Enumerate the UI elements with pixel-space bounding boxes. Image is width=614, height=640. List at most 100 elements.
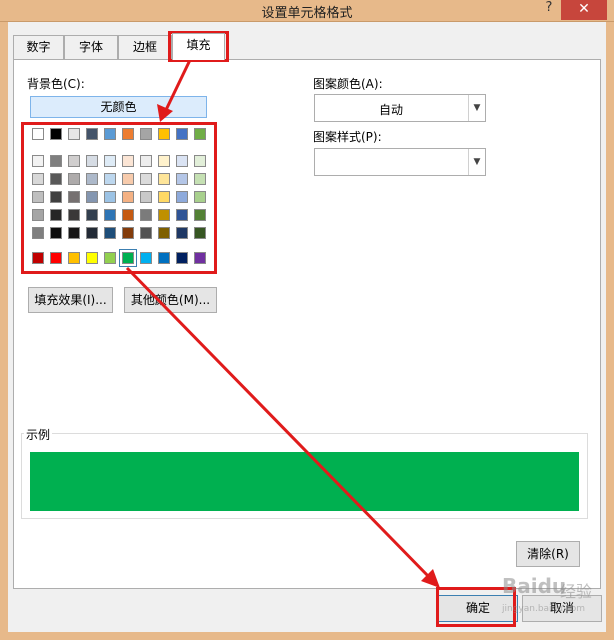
color-swatch[interactable] — [158, 252, 170, 264]
watermark-text-3: jingyan.baidu.com — [502, 604, 586, 614]
color-swatch[interactable] — [119, 249, 137, 267]
pattern-style-label: 图案样式(P): — [313, 130, 382, 144]
no-color-button[interactable]: 无颜色 — [30, 96, 207, 118]
color-swatch[interactable] — [176, 128, 188, 140]
color-swatch[interactable] — [122, 227, 134, 239]
tab-fill[interactable]: 填充 — [172, 33, 225, 60]
watermark-text-2: 经验 — [560, 582, 593, 601]
color-swatch[interactable] — [176, 173, 188, 185]
color-swatch[interactable] — [140, 128, 152, 140]
color-swatch[interactable] — [104, 155, 116, 167]
color-swatch[interactable] — [50, 173, 62, 185]
close-button[interactable]: ✕ — [561, 0, 607, 20]
color-swatch[interactable] — [104, 209, 116, 221]
window-frame-bottom — [0, 632, 614, 640]
color-swatch[interactable] — [194, 252, 206, 264]
title-bar: 设置单元格格式 ? ✕ — [0, 0, 614, 22]
color-swatch[interactable] — [86, 128, 98, 140]
window-frame-left — [0, 22, 8, 640]
color-swatch[interactable] — [86, 252, 98, 264]
color-swatch[interactable] — [32, 209, 44, 221]
pattern-color-select[interactable]: 自动 ▼ — [314, 94, 486, 122]
color-swatch[interactable] — [50, 252, 62, 264]
color-swatch[interactable] — [176, 155, 188, 167]
color-swatch[interactable] — [50, 155, 62, 167]
color-swatch[interactable] — [122, 173, 134, 185]
color-swatch[interactable] — [32, 191, 44, 203]
color-swatch[interactable] — [104, 227, 116, 239]
color-swatch[interactable] — [68, 209, 80, 221]
color-swatch[interactable] — [194, 128, 206, 140]
color-swatch[interactable] — [104, 252, 116, 264]
color-swatch[interactable] — [68, 191, 80, 203]
color-swatch[interactable] — [122, 209, 134, 221]
color-swatch[interactable] — [32, 173, 44, 185]
pattern-style-select[interactable]: ▼ — [314, 148, 486, 176]
color-swatch[interactable] — [32, 227, 44, 239]
color-swatch[interactable] — [86, 209, 98, 221]
color-swatch[interactable] — [140, 227, 152, 239]
color-swatch[interactable] — [122, 128, 134, 140]
format-cells-dialog: 数字 字体 边框 填充 背景色(C): 无颜色 填充效果(I)... 其他颜色(… — [8, 22, 606, 632]
color-swatch[interactable] — [140, 191, 152, 203]
color-swatch[interactable] — [194, 173, 206, 185]
color-swatch[interactable] — [104, 128, 116, 140]
color-swatch[interactable] — [176, 227, 188, 239]
color-swatch[interactable] — [140, 173, 152, 185]
color-swatch[interactable] — [50, 191, 62, 203]
color-swatch[interactable] — [158, 191, 170, 203]
color-swatch[interactable] — [86, 155, 98, 167]
color-swatch[interactable] — [68, 227, 80, 239]
pattern-color-label: 图案颜色(A): — [313, 77, 383, 91]
color-swatch[interactable] — [50, 209, 62, 221]
color-swatch[interactable] — [122, 191, 134, 203]
sample-label: 示例 — [24, 426, 53, 443]
color-swatch[interactable] — [158, 227, 170, 239]
color-swatch[interactable] — [68, 155, 80, 167]
tab-number[interactable]: 数字 — [13, 35, 64, 59]
color-swatch[interactable] — [176, 191, 188, 203]
chevron-down-icon[interactable]: ▼ — [468, 95, 485, 121]
color-swatch[interactable] — [140, 252, 152, 264]
tab-font[interactable]: 字体 — [64, 35, 118, 59]
color-swatch[interactable] — [158, 209, 170, 221]
background-color-label: 背景色(C): — [27, 77, 85, 91]
color-swatch[interactable] — [194, 227, 206, 239]
color-swatch[interactable] — [104, 173, 116, 185]
color-swatch[interactable] — [194, 155, 206, 167]
color-swatch[interactable] — [86, 173, 98, 185]
color-swatch[interactable] — [86, 227, 98, 239]
help-button[interactable]: ? — [542, 0, 556, 20]
color-swatch[interactable] — [50, 128, 62, 140]
color-swatch[interactable] — [86, 191, 98, 203]
pattern-color-value: 自动 — [378, 103, 403, 117]
window-frame-right — [606, 22, 614, 640]
color-swatch[interactable] — [68, 252, 80, 264]
color-swatch[interactable] — [158, 173, 170, 185]
watermark-text-1: Baidu — [502, 574, 567, 598]
color-swatch[interactable] — [32, 128, 44, 140]
color-swatch[interactable] — [32, 155, 44, 167]
color-swatch[interactable] — [176, 209, 188, 221]
fill-effects-button[interactable]: 填充效果(I)... — [28, 287, 113, 313]
color-swatch[interactable] — [68, 128, 80, 140]
color-swatch[interactable] — [140, 209, 152, 221]
clear-button[interactable]: 清除(R) — [516, 541, 580, 567]
window-title: 设置单元格格式 — [261, 6, 353, 21]
color-swatch[interactable] — [176, 252, 188, 264]
color-swatch[interactable] — [68, 173, 80, 185]
color-swatch[interactable] — [140, 155, 152, 167]
sample-preview — [30, 452, 579, 511]
chevron-down-icon[interactable]: ▼ — [468, 149, 485, 175]
tab-border[interactable]: 边框 — [118, 35, 172, 59]
more-colors-button[interactable]: 其他颜色(M)... — [124, 287, 217, 313]
color-swatch[interactable] — [158, 155, 170, 167]
color-swatch[interactable] — [194, 191, 206, 203]
color-swatch[interactable] — [158, 128, 170, 140]
color-swatch[interactable] — [50, 227, 62, 239]
baidu-watermark: Baidu 经验 jingyan.baidu.com — [498, 572, 608, 622]
color-swatch[interactable] — [104, 191, 116, 203]
color-swatch[interactable] — [194, 209, 206, 221]
color-swatch[interactable] — [32, 252, 44, 264]
color-swatch[interactable] — [122, 155, 134, 167]
